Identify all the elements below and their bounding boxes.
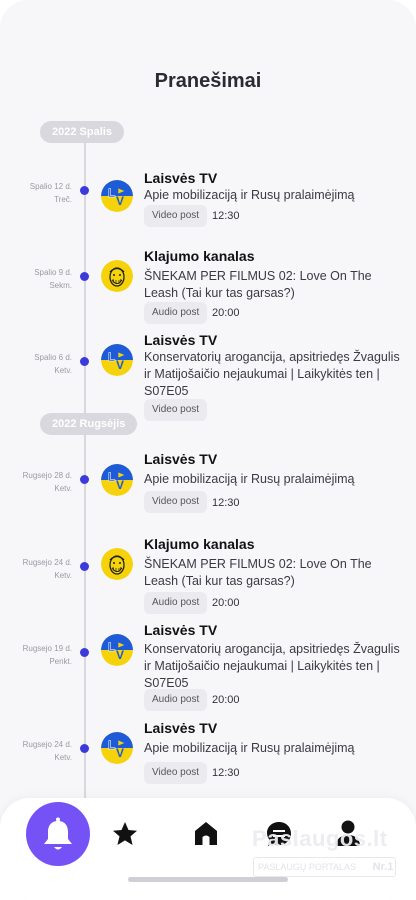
bell-icon	[44, 817, 72, 850]
post-type-tag: Video post	[144, 205, 208, 227]
channel-name: Laisvės TV	[144, 170, 218, 186]
post-type-tag: Audio post	[144, 689, 208, 711]
svg-text:V: V	[116, 194, 124, 208]
page-title: Pranešimai	[154, 70, 262, 92]
notification-description: ŠNEKAM PER FILMUS 02: Love On The Leash …	[144, 557, 372, 588]
svg-text:V: V	[116, 478, 124, 492]
timeline-dot	[80, 562, 89, 571]
notification-description: Apie mobilizaciją ir Rusų pralaimėjimą	[144, 472, 355, 486]
notifications-screen: Pranešimai 2022 Spalis 2022 Rugsėjis Spa…	[0, 0, 416, 900]
notification-description: ŠNEKAM PER FILMUS 02: Love On The Leash …	[144, 269, 372, 300]
post-type-tag: Audio post	[144, 302, 208, 324]
svg-text:L: L	[108, 640, 115, 654]
timeline-dot	[80, 186, 89, 195]
klajumo-face-avatar	[101, 548, 133, 580]
channel-name: Laisvės TV	[144, 622, 218, 638]
notification-description: Konservatorių arogancija, apsitriedęs Žv…	[144, 350, 400, 398]
home-indicator	[128, 877, 288, 882]
nav-home-button[interactable]	[191, 818, 221, 848]
notification-date: Rugsejo 28 d. Ketv.	[22, 471, 72, 493]
watermark-logo: Paslaugos.lt	[252, 826, 388, 851]
notification-date: Spalio 9 d. Sekm.	[34, 268, 72, 290]
nav-favorites-button[interactable]	[110, 819, 140, 849]
svg-text:L: L	[108, 350, 115, 364]
post-time: 12:30	[212, 767, 240, 779]
channel-name: Laisvės TV	[144, 451, 218, 467]
svg-text:L: L	[108, 738, 115, 752]
notification-date: Rugsejo 19 d. Penkt.	[22, 644, 72, 666]
svg-text:L: L	[108, 470, 115, 484]
notification-description: Konservatorių arogancija, apsitriedęs Žv…	[144, 642, 400, 690]
svg-text:V: V	[116, 746, 124, 760]
notification-date: Rugsejo 24 d. Ketv.	[22, 740, 72, 762]
post-time: 12:30	[212, 497, 240, 509]
post-type-tag: Video post	[144, 762, 208, 784]
timeline-dot	[80, 648, 89, 657]
ltv-logo-avatar: LV	[101, 344, 133, 376]
watermark-subtitle: PASLAUGŲ PORTALAS Nr.1	[253, 857, 396, 877]
post-type-tag: Audio post	[144, 592, 208, 614]
svg-text:V: V	[116, 648, 124, 662]
ltv-logo-avatar: LV	[101, 634, 133, 666]
svg-text:L: L	[108, 186, 115, 200]
timeline-dot	[80, 744, 89, 753]
timeline-dot	[80, 272, 89, 281]
timeline-dot	[80, 357, 89, 366]
post-type-tag: Video post	[144, 399, 208, 421]
post-time: 20:00	[212, 597, 240, 609]
timeline-line	[84, 142, 86, 802]
notification-description: Apie mobilizaciją ir Rusų pralaimėjimą	[144, 188, 355, 202]
notification-date: Spalio 12 d. Treč.	[29, 182, 72, 204]
ltv-logo-avatar: LV	[101, 180, 133, 212]
post-time: 20:00	[212, 307, 240, 319]
notification-date: Spalio 6 d. Ketv.	[34, 353, 72, 375]
ltv-logo-avatar: LV	[101, 732, 133, 764]
nav-notifications-button[interactable]	[26, 802, 90, 866]
post-time: 20:00	[212, 694, 240, 706]
ltv-logo-avatar: LV	[101, 464, 133, 496]
post-type-tag: Video post	[144, 491, 208, 513]
svg-text:V: V	[116, 358, 124, 372]
home-icon	[195, 822, 217, 845]
channel-name: Klajumo kanalas	[144, 536, 255, 552]
timeline-dot	[80, 475, 89, 484]
channel-name: Klajumo kanalas	[144, 248, 255, 264]
month-divider: 2022 Spalis	[40, 121, 124, 143]
month-divider: 2022 Rugsėjis	[40, 413, 138, 435]
notification-date: Rugsejo 24 d. Ketv.	[22, 558, 72, 580]
post-time: 12:30	[212, 210, 240, 222]
channel-name: Laisvės TV	[144, 720, 218, 736]
star-icon	[113, 822, 137, 845]
notification-description: Apie mobilizaciją ir Rusų pralaimėjimą	[144, 741, 355, 755]
channel-name: Laisvės TV	[144, 332, 218, 348]
klajumo-face-avatar	[101, 260, 133, 292]
